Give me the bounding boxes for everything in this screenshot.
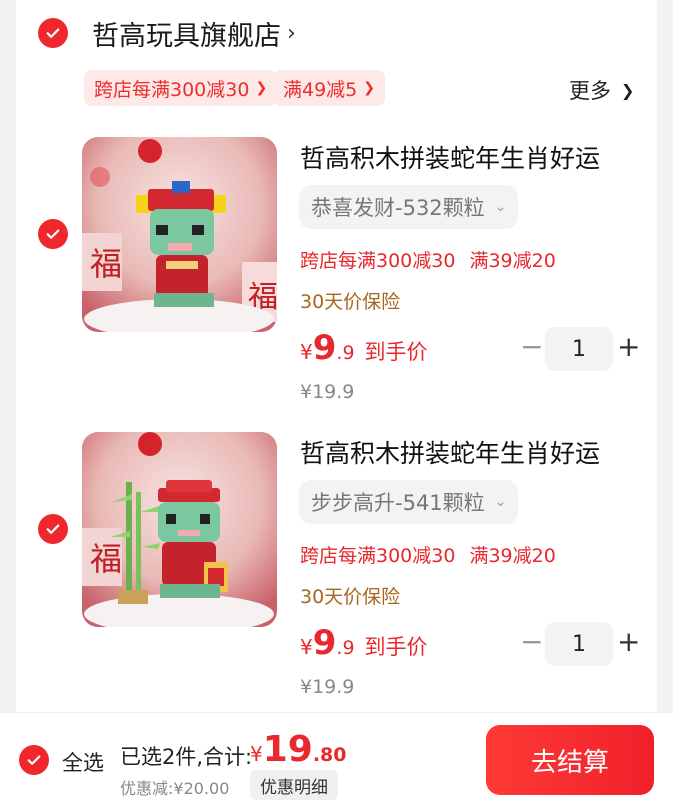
chevron-down-icon: ⌄ [494,199,507,215]
discount-summary: 优惠减:¥20.00 [120,779,230,798]
item-select-checkbox[interactable] [38,219,68,249]
selected-summary: 已选2件,合计: [120,745,253,769]
quantity-input[interactable]: 1 [545,327,613,371]
quantity-input[interactable]: 1 [545,622,613,666]
item-promo-label: 满39减20 [469,545,556,567]
store-promo-label: 跨店每满300减30 [94,78,250,101]
price-symbol: ¥ [300,340,313,364]
svg-text:福: 福 [90,245,122,283]
item-promos: 跨店每满300减30 满39减20 [300,246,556,273]
product-image[interactable]: 福 福 [82,137,277,332]
total-decimal: .80 [312,744,347,766]
chevron-right-icon: ❯ [363,80,375,96]
original-price: ¥19.9 [300,676,355,698]
checkout-button[interactable]: 去结算 [486,725,654,795]
sku-label: 恭喜发财-532颗粒 [311,196,485,220]
total-integer: 19 [262,729,313,770]
item-promo-label: 跨店每满300减30 [300,250,456,272]
item-promos: 跨店每满300减30 满39减20 [300,541,556,568]
total-price: ¥ 19 .80 [250,729,347,770]
store-name-link[interactable]: 哲高玩具旗舰店 › [92,14,296,53]
minus-icon[interactable]: − [520,625,543,658]
sku-selector[interactable]: 步步高升-541颗粒 ⌄ [299,480,519,524]
product-title[interactable]: 哲高积木拼装蛇年生肖好运 [300,139,600,175]
select-all-checkbox[interactable] [19,745,49,775]
store-name: 哲高玩具旗舰店 [92,21,281,52]
plus-icon[interactable]: + [617,330,640,363]
price-integer: 9 [312,328,337,368]
sku-label: 步步高升-541颗粒 [311,491,485,515]
checkmark-icon [46,524,60,534]
plus-icon[interactable]: + [617,625,640,658]
store-promo-tag[interactable]: 满49减5 ❯ [273,70,385,106]
chevron-right-icon: › [287,21,296,46]
chevron-right-icon: ❯ [255,80,268,96]
checkmark-icon [46,229,60,239]
item-promo-label: 满39减20 [469,250,556,272]
sku-selector[interactable]: 恭喜发财-532颗粒 ⌄ [299,185,519,229]
price-guarantee-badge: 30天价保险 [300,586,401,608]
price-suffix: 到手价 [364,635,428,659]
more-label: 更多 [569,79,611,103]
checkout-bar: 全选 已选2件,合计: ¥ 19 .80 优惠减:¥20.00 优惠明细 去结算 [0,712,673,800]
item-price: ¥ 9 .9 到手价 [300,623,428,663]
select-all-label[interactable]: 全选 [62,747,104,777]
more-promos-link[interactable]: 更多 ❯ [569,75,634,105]
store-select-checkbox[interactable] [38,18,68,48]
price-guarantee-badge: 30天价保险 [300,291,401,313]
price-suffix: 到手价 [364,340,428,364]
checkmark-icon [46,28,60,38]
price-decimal: .9 [336,342,355,364]
store-promo-label: 满49减5 [283,78,358,101]
price-integer: 9 [312,623,337,663]
price-symbol: ¥ [300,635,313,659]
item-price: ¥ 9 .9 到手价 [300,328,428,368]
chevron-down-icon: ⌄ [494,494,507,510]
original-price: ¥19.9 [300,381,355,403]
product-title[interactable]: 哲高积木拼装蛇年生肖好运 [300,434,600,470]
svg-text:福: 福 [90,540,122,578]
store-promo-tag[interactable]: 跨店每满300减30 ❯ [84,70,278,106]
price-decimal: .9 [336,637,355,659]
item-promo-label: 跨店每满300减30 [300,545,456,567]
item-select-checkbox[interactable] [38,514,68,544]
checkmark-icon [27,755,41,765]
total-symbol: ¥ [250,742,263,766]
minus-icon[interactable]: − [520,330,543,363]
discount-detail-button[interactable]: 优惠明细 [250,770,338,800]
chevron-right-icon: ❯ [621,80,635,100]
product-image[interactable]: 福 [82,432,277,627]
